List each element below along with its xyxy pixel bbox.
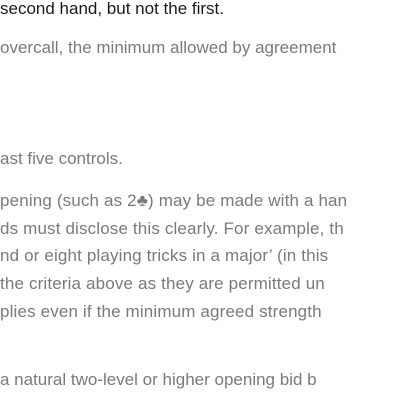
text-line: pening (such as 2♣) may be made with a h… — [0, 191, 348, 210]
document-page: second hand, but not the first. overcall… — [0, 0, 400, 400]
text-line: second hand, but not the first. — [0, 0, 224, 18]
text-line: overcall, the minimum allowed by agreeme… — [0, 38, 337, 57]
text-line: ast five controls. — [0, 149, 123, 168]
text-line: the criteria above as they are permitted… — [0, 274, 325, 293]
text-line: ds must disclose this clearly. For examp… — [0, 219, 344, 238]
text-line: a natural two-level or higher opening bi… — [0, 370, 317, 389]
text-line: plies even if the minimum agreed strengt… — [0, 302, 322, 321]
text-line: nd or eight playing tricks in a major’ (… — [0, 246, 329, 265]
